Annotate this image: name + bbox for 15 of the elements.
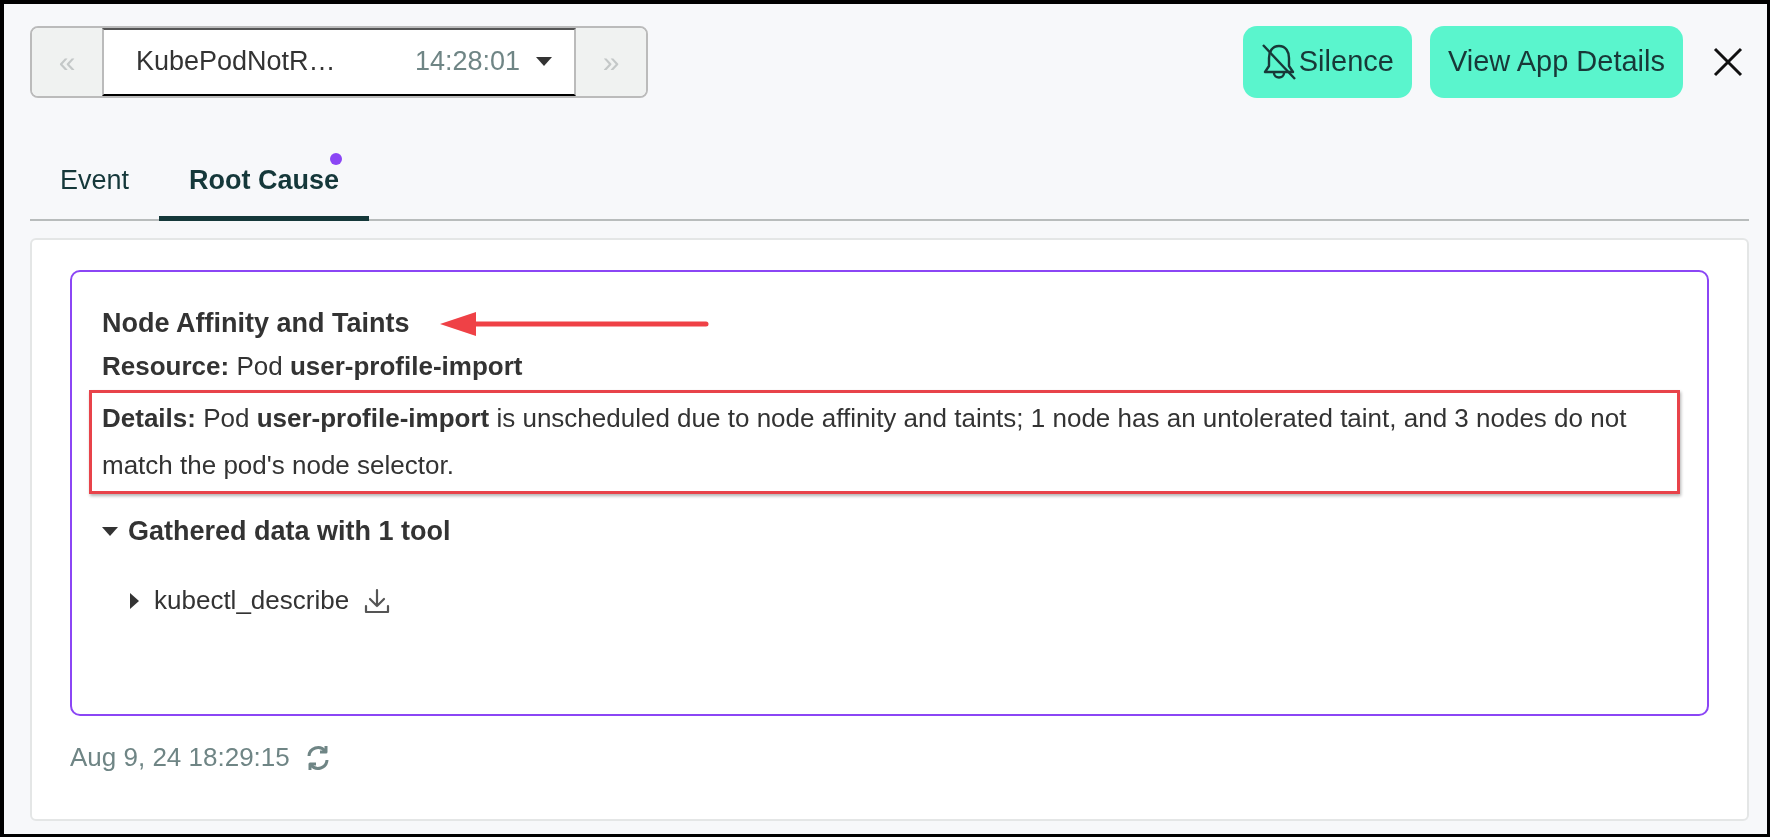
gathered-data-toggle[interactable]: Gathered data with 1 tool — [102, 516, 451, 547]
details-button[interactable]: View App Details — [1429, 25, 1683, 98]
tool-item[interactable]: kubectl_describe — [130, 585, 392, 616]
details-text: Details: Pod user-profile-import is unscheduled due to node affinity and taints; 1 node has an untolerated taint, and 3 nodes do not match the pod's node selector. — [102, 402, 1628, 482]
timestamp: Aug 9, 24 18:29:15 — [70, 742, 290, 773]
caret-icon — [102, 526, 118, 537]
download-icon[interactable] — [363, 586, 392, 615]
tab[interactable]: Event — [30, 139, 160, 221]
cause-title: Node Affinity and Taints — [102, 308, 410, 339]
resource-line: Resource: Pod user-profile-import — [101, 350, 524, 383]
silence-button[interactable]: Silence — [1242, 25, 1412, 98]
caret-icon — [130, 592, 140, 609]
alert-dropdown[interactable]: KubePodNotR… 14:28:01 — [102, 27, 576, 96]
tab[interactable]: Root Cause — [159, 139, 370, 221]
caret-icon — [536, 56, 552, 67]
